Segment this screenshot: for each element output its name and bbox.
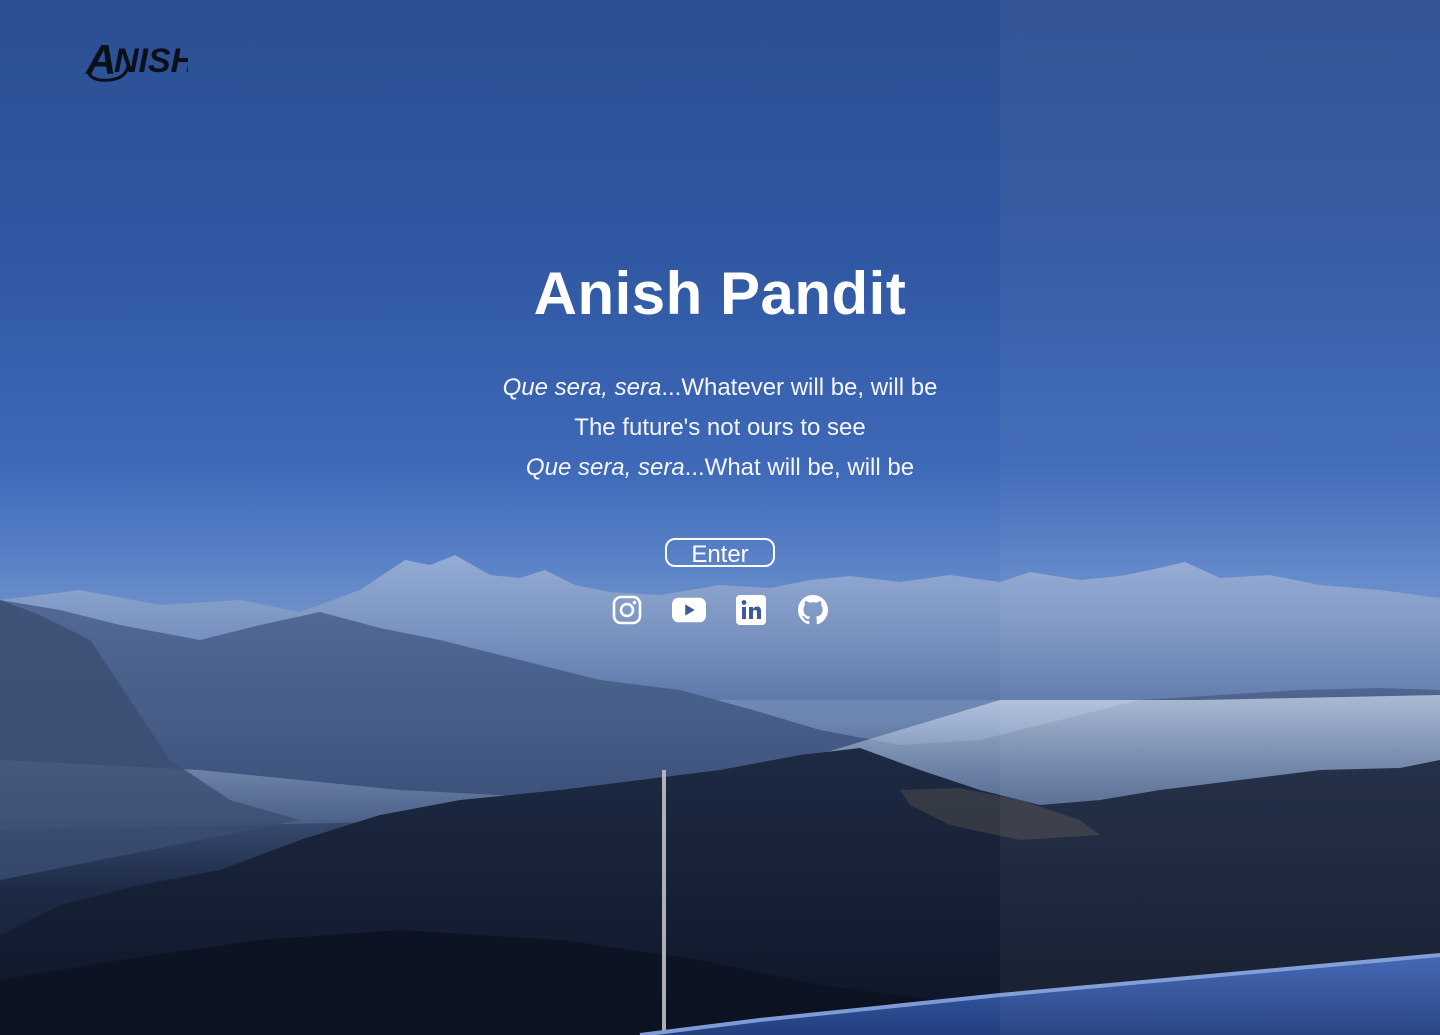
- youtube-icon: [672, 597, 706, 623]
- linkedin-icon: [736, 595, 766, 625]
- lyric-line-1: Que sera, sera...Whatever will be, will …: [0, 368, 1440, 408]
- lyric-italic: Que sera, sera: [502, 374, 662, 401]
- hero-section: Anish Pandit Que sera, sera...Whatever w…: [0, 258, 1440, 627]
- page-title: Anish Pandit: [533, 260, 907, 327]
- lyrics-block: Que sera, sera...Whatever will be, will …: [0, 368, 1440, 488]
- lyric-text: ...What will be, will be: [684, 454, 915, 481]
- anish-logo-icon: A NISH: [85, 36, 197, 83]
- social-links: [0, 593, 1440, 627]
- lyric-line-3: Que sera, sera...What will be, will be: [0, 448, 1440, 488]
- landing-page: A NISH Anish Pandit Que sera, sera...Wha…: [0, 0, 1440, 1035]
- site-logo[interactable]: A NISH: [84, 26, 197, 86]
- linkedin-link[interactable]: [734, 593, 768, 627]
- lyric-text: The future's not ours to see: [574, 414, 866, 441]
- enter-button[interactable]: Enter: [665, 538, 775, 568]
- github-icon: [798, 595, 828, 625]
- lyric-line-2: The future's not ours to see: [0, 408, 1440, 448]
- instagram-link[interactable]: [610, 593, 644, 627]
- lyric-italic: Que sera, sera: [525, 454, 685, 481]
- youtube-link[interactable]: [672, 593, 706, 627]
- lyric-text: ...Whatever will be, will be: [661, 374, 938, 401]
- github-link[interactable]: [796, 593, 830, 627]
- instagram-icon: [612, 595, 642, 625]
